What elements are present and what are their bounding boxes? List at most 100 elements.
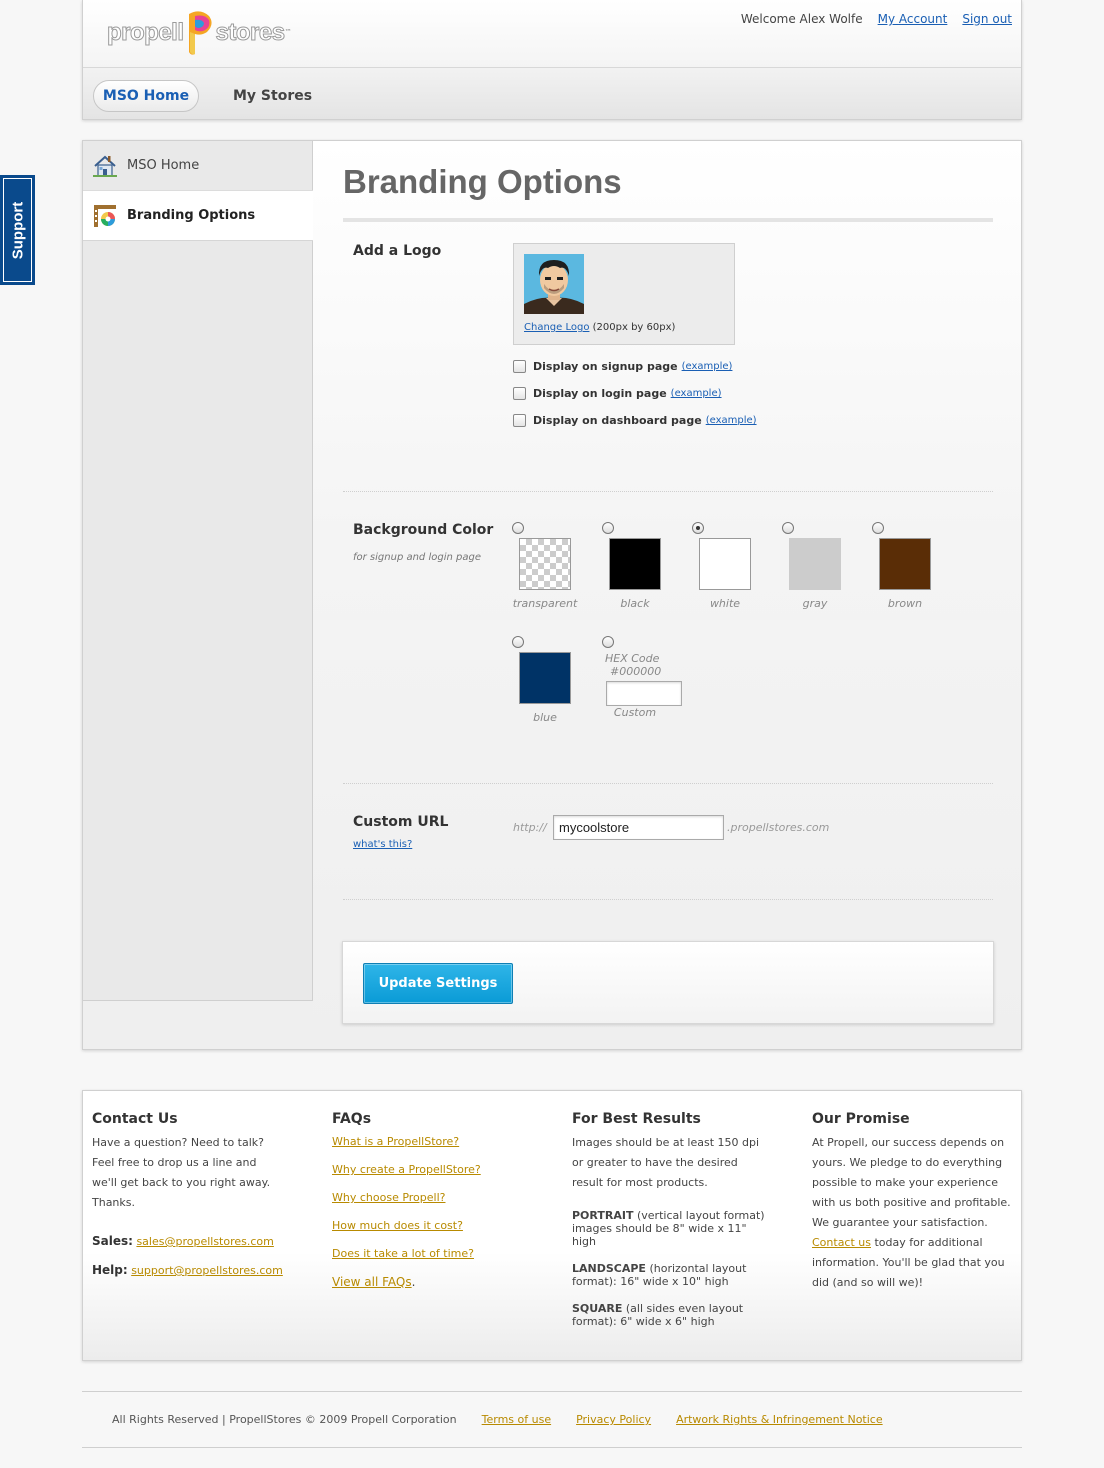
site-header: propell stores ™ Welcome Alex Wolfe My A…: [82, 0, 1022, 120]
view-all-period: .: [411, 1275, 416, 1289]
view-all-faqs-link[interactable]: View all FAQs: [332, 1275, 412, 1289]
help-email-link[interactable]: support@propellstores.com: [131, 1264, 283, 1277]
swatch-transparent[interactable]: transparent: [510, 522, 580, 612]
best-results-line: result for most products.: [572, 1176, 708, 1189]
best-results-line: or greater to have the desired: [572, 1156, 738, 1169]
radio-custom[interactable]: [602, 636, 614, 648]
radio-gray[interactable]: [782, 522, 794, 534]
our-promise-column: Our Promise At Propell, our success depe…: [812, 1111, 1016, 1293]
content-area: Branding Options Add a Logo Change Logo …: [313, 141, 1021, 1049]
support-tab[interactable]: Support: [0, 175, 35, 285]
url-suffix: .propellstores.com: [727, 821, 830, 834]
promise-text: At Propell, our success depends on yours…: [812, 1133, 1016, 1293]
faqs-title: FAQs: [332, 1111, 372, 1127]
view-all-faqs-row: View all FAQs.: [332, 1273, 542, 1291]
faq-link[interactable]: Does it take a lot of time?: [332, 1245, 542, 1273]
faq-link[interactable]: Why create a PropellStore?: [332, 1161, 542, 1189]
swatch-gray[interactable]: gray: [780, 522, 850, 612]
swatch-box[interactable]: [519, 538, 571, 590]
signup-example-link[interactable]: (example): [682, 361, 733, 372]
sales-email-link[interactable]: sales@propellstores.com: [136, 1235, 273, 1248]
sales-row: Sales: sales@propellstores.com: [92, 1227, 302, 1256]
user-nav: Welcome Alex Wolfe My Account Sign out: [741, 12, 1012, 26]
url-prefix: http://: [513, 821, 547, 834]
display-login-checkbox[interactable]: [513, 387, 526, 400]
page-title: Branding Options: [343, 163, 622, 200]
radio-brown[interactable]: [872, 522, 884, 534]
my-account-link[interactable]: My Account: [878, 12, 948, 26]
copyright-bar: All Rights Reserved | PropellStores © 20…: [82, 1391, 1022, 1448]
update-settings-button[interactable]: Update Settings: [363, 963, 513, 1004]
display-signup-checkbox[interactable]: [513, 360, 526, 373]
swatch-label: white: [709, 597, 741, 610]
help-row: Help: support@propellstores.com: [92, 1256, 302, 1285]
logo-word-right: stores: [215, 19, 286, 47]
copyright-text: All Rights Reserved | PropellStores © 20…: [112, 1413, 457, 1426]
main-panel: MSO Home Branding Options Branding Optio…: [82, 140, 1022, 1050]
swatch-label: gray: [802, 597, 828, 610]
square-term: SQUARE: [572, 1302, 623, 1315]
section-divider: [343, 491, 993, 492]
welcome-text: Welcome Alex Wolfe: [740, 12, 863, 26]
sidebar-item-label: Branding Options: [127, 208, 256, 223]
swatch-blue[interactable]: blue: [510, 636, 580, 726]
swatch-box[interactable]: [879, 538, 931, 590]
sidebar-item-mso-home[interactable]: MSO Home: [83, 141, 313, 191]
display-signup-option: Display on signup page (example): [513, 360, 732, 373]
sign-out-link[interactable]: Sign out: [962, 12, 1012, 26]
best-results-line: Images should be at least 150 dpi: [572, 1136, 760, 1149]
radio-blue[interactable]: [512, 636, 524, 648]
swatch-brown[interactable]: brown: [870, 522, 940, 612]
propellstores-logo[interactable]: propell stores ™: [107, 8, 292, 58]
dashboard-example-link[interactable]: (example): [706, 415, 757, 426]
swatch-black[interactable]: black: [600, 522, 670, 612]
faq-link[interactable]: How much does it cost?: [332, 1217, 542, 1245]
tab-my-stores[interactable]: My Stores: [233, 80, 312, 112]
login-example-link[interactable]: (example): [671, 388, 722, 399]
best-results-title: For Best Results: [572, 1111, 701, 1127]
swatch-box[interactable]: [699, 538, 751, 590]
section-divider: [343, 783, 993, 784]
add-logo-label: Add a Logo: [353, 243, 442, 259]
contact-line: Thanks.: [92, 1196, 136, 1209]
best-results-column: For Best Results Images should be at lea…: [572, 1111, 772, 1342]
contact-us-column: Contact Us Have a question? Need to talk…: [92, 1111, 302, 1285]
sidebar-item-branding-options[interactable]: Branding Options: [83, 191, 314, 241]
display-signup-label: Display on signup page: [533, 360, 678, 373]
radio-white[interactable]: [692, 522, 704, 534]
swatch-box[interactable]: [789, 538, 841, 590]
artwork-rights-link[interactable]: Artwork Rights & Infringement Notice: [676, 1413, 883, 1426]
display-login-label: Display on login page: [533, 387, 667, 400]
tab-mso-home[interactable]: MSO Home: [93, 80, 199, 112]
logo-size-hint: (200px by 60px): [592, 322, 676, 333]
contact-line: Feel free to drop us a line and: [92, 1156, 257, 1169]
swatch-label: black: [620, 597, 650, 610]
swatch-box[interactable]: [519, 652, 571, 704]
radio-transparent[interactable]: [512, 522, 524, 534]
contact-us-link[interactable]: Contact us: [812, 1236, 871, 1249]
house-icon: [93, 155, 117, 177]
display-login-option: Display on login page (example): [513, 387, 722, 400]
logo-trademark: ™: [284, 28, 292, 36]
custom-hex-input[interactable]: [606, 681, 682, 706]
swatch-white[interactable]: white: [690, 522, 760, 612]
update-panel: Update Settings: [342, 941, 994, 1024]
radio-black[interactable]: [602, 522, 614, 534]
contact-line: Have a question? Need to talk?: [92, 1136, 264, 1149]
custom-url-label: Custom URL: [353, 814, 449, 830]
display-dashboard-label: Display on dashboard page: [533, 414, 702, 427]
change-logo-link[interactable]: Change Logo: [524, 322, 589, 333]
privacy-link[interactable]: Privacy Policy: [576, 1413, 651, 1426]
whats-this-link[interactable]: what's this?: [353, 839, 412, 850]
sales-label: Sales:: [92, 1234, 133, 1248]
faq-link[interactable]: What is a PropellStore?: [332, 1133, 542, 1161]
our-promise-title: Our Promise: [812, 1111, 910, 1127]
terms-link[interactable]: Terms of use: [482, 1413, 551, 1426]
swatch-box[interactable]: [609, 538, 661, 590]
footer-info: Contact Us Have a question? Need to talk…: [82, 1090, 1022, 1361]
faq-link[interactable]: Why choose Propell?: [332, 1189, 542, 1217]
custom-url-input[interactable]: [553, 815, 724, 840]
display-dashboard-checkbox[interactable]: [513, 414, 526, 427]
